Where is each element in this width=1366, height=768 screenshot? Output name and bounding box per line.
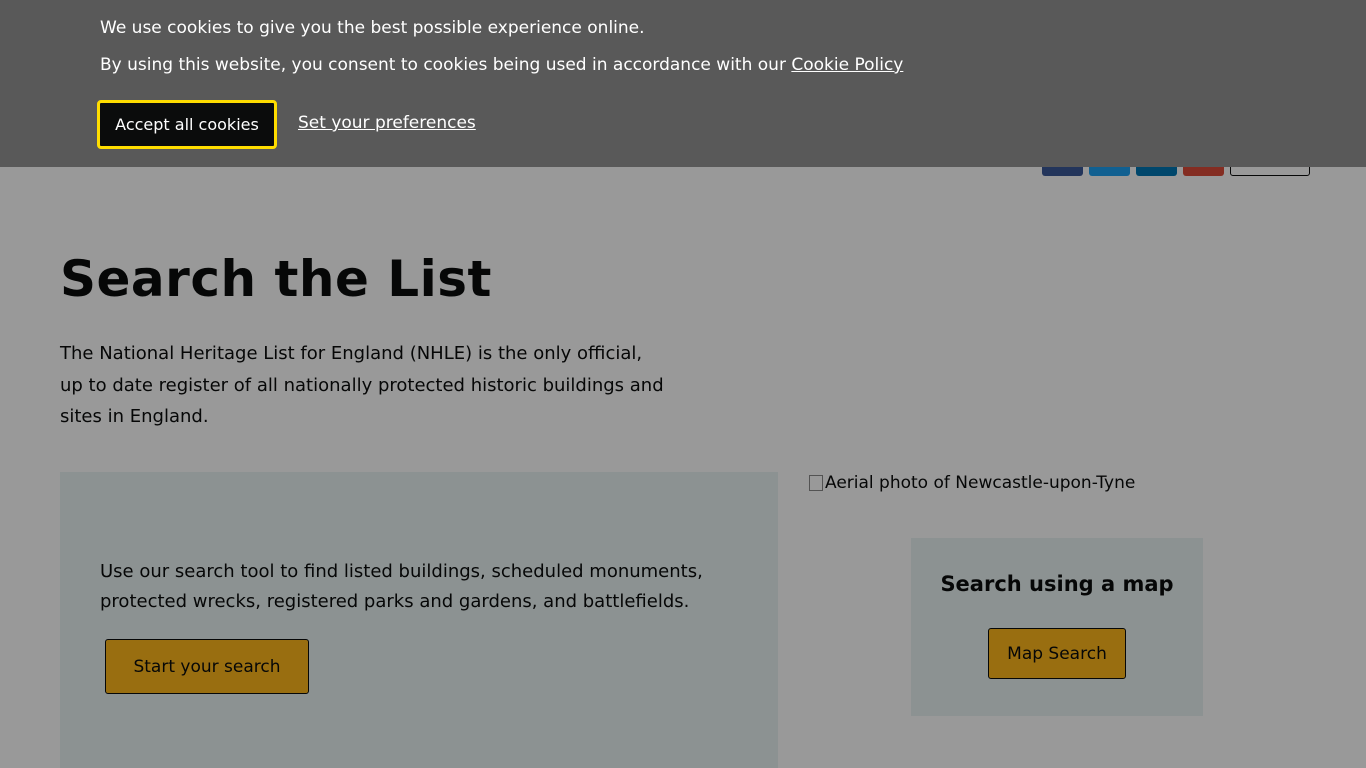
set-preferences-link[interactable]: Set your preferences	[298, 113, 476, 133]
cookie-consent-prefix: By using this website, you consent to co…	[100, 55, 792, 75]
cookie-consent-text: By using this website, you consent to co…	[100, 55, 903, 75]
accept-cookies-button[interactable]: Accept all cookies	[97, 100, 277, 149]
cookie-policy-link[interactable]: Cookie Policy	[791, 55, 903, 75]
cookie-banner: We use cookies to give you the best poss…	[0, 0, 1366, 167]
cookie-message: We use cookies to give you the best poss…	[100, 18, 645, 38]
